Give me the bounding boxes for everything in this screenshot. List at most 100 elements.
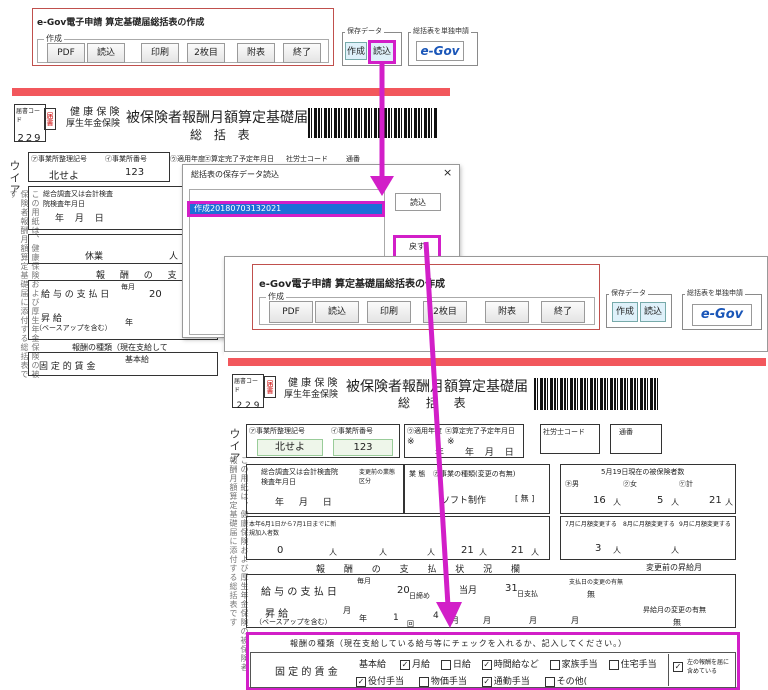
front-pay-day-unit: 日締め (409, 592, 430, 600)
front-kyugyo-unit-2: 人 (427, 548, 435, 557)
front-staff-row: 本年6月1日から7月1日までに新規加入者数 0 人 人 人 21 人 21 人 (246, 516, 550, 560)
front-monthly-a-unit: 人 (613, 546, 621, 555)
opt-position-label: 役付手当 (368, 677, 405, 687)
front-raise-times[interactable]: 1 (393, 613, 399, 623)
opt-family-label: 家族手当 (561, 660, 598, 670)
front-kyugyo-unit-4: 人 (531, 548, 539, 557)
back-barcode (308, 108, 438, 138)
front-kind-label: 報酬の種類（現在支給している給与等にチェックを入れるか、記入してください。） (290, 639, 628, 648)
front-male-value[interactable]: 16 (593, 495, 606, 506)
front-monthly-box: 7月に月額変更する 8月に月額変更する 9月に月額変更する 3 人 人 (560, 516, 736, 560)
front-raise-change-header: 変更前の昇給月 (646, 563, 702, 572)
front-apply-box: ㋒適用年度 ㋓算定完了予定年月日 ※ 年 ※ 年 月 日 (404, 424, 524, 458)
front-office-box: ㋐事業所整理記号 ㋑事業所番号 北せよ 123 (246, 424, 400, 458)
front-raise-kai: 回 (407, 620, 414, 628)
top-exit-button[interactable]: 終了 (283, 43, 321, 63)
back-doc-label: 届書 (46, 112, 54, 126)
front-business-change: [ 無 ] (515, 494, 535, 503)
top-load-button[interactable]: 読込 (87, 43, 125, 63)
opt-daily-label: 日給 (452, 660, 471, 670)
mid-exit-button[interactable]: 終了 (541, 301, 585, 323)
back-reg-code-box: 届書コード 229 (14, 104, 46, 144)
front-office-num-input[interactable]: 123 (333, 439, 393, 456)
back-fixed-box: 固 定 的 賃 金 基本給 (28, 352, 218, 376)
front-pay-month: 毎月 (357, 577, 371, 585)
opt-monthly-checkbox[interactable]: ✓ (400, 659, 410, 670)
mid-save-load-button[interactable]: 読込 (640, 302, 666, 322)
back-kihon: 基本給 (125, 355, 149, 364)
front-apply-mark: ※ (407, 437, 415, 447)
back-insurance-label: 総合調査又は会計検査院検査年月日 (43, 190, 113, 208)
top-print-button[interactable]: 印刷 (141, 43, 179, 63)
front-row-21b[interactable]: 21 (511, 545, 524, 556)
front-note-box: ✓ 左の報酬を届に含めている (668, 654, 734, 686)
mid-load-button[interactable]: 読込 (315, 301, 359, 323)
mid-pdf-button[interactable]: PDF (269, 301, 313, 323)
mid-egov-logo-button[interactable]: e-Gov (692, 304, 752, 326)
mid-second-page-button[interactable]: 2枚目 (423, 301, 467, 323)
front-total-value[interactable]: 21 (709, 495, 722, 506)
top-save-create-button[interactable]: 作成 (345, 42, 367, 60)
front-monthly-a-value[interactable]: 3 (595, 543, 601, 554)
back-form-row1: ㋐事業所整理記号 ㋑事業所番号 北せよ 123 (28, 152, 170, 182)
back-office-code-label: ㋐事業所整理記号 (31, 155, 87, 163)
opt-family-checkbox[interactable] (549, 659, 560, 670)
front-june1-value[interactable]: 0 (277, 545, 283, 556)
mid-appendix-button[interactable]: 附表 (485, 301, 529, 323)
front-sharoushi-label: 社労士コード (543, 428, 585, 436)
front-kyugyo-unit-3: 人 (479, 548, 487, 557)
opt-position-checkbox[interactable]: ✓ (356, 676, 366, 687)
front-change-label: 変更前の業態区分 (359, 469, 396, 485)
front-office-num-label: ㋑事業所番号 (331, 427, 373, 435)
front-monthly-c: 9月に月額変更する (679, 521, 731, 528)
front-total-unit: 人 (725, 498, 733, 507)
front-pay-day[interactable]: 20 (397, 585, 410, 596)
back-reg-code: 229 (17, 133, 43, 144)
back-kyugyo-box: 休業 人 (28, 234, 184, 264)
opt-price-checkbox[interactable] (418, 676, 429, 687)
front-row-21a[interactable]: 21 (461, 545, 474, 556)
note-include-checkbox[interactable]: ✓ (673, 662, 683, 672)
front-title-l2: 厚生年金保険 (284, 390, 339, 400)
top-egov-logo-button[interactable]: e-Gov (416, 41, 464, 61)
front-count-box: 5月19日現在の被保険者数 ㋖男 ㋗女 ㋘計 16 人 5 人 21 人 (560, 464, 736, 514)
top-pdf-button[interactable]: PDF (47, 43, 85, 63)
opt-housing-checkbox[interactable] (608, 659, 619, 670)
front-raise-mu-1: 月 (451, 616, 459, 625)
front-business-value[interactable]: ソフト制作 (441, 493, 486, 506)
opt-price-label: 物価手当 (430, 677, 467, 687)
mid-print-button[interactable]: 印刷 (367, 301, 411, 323)
load-dialog-load-button[interactable]: 読込 (395, 193, 441, 211)
front-raise-m1[interactable]: 4 (433, 611, 439, 621)
back-raise-month: 年 (125, 318, 133, 327)
front-office-code-input[interactable]: 北せよ (257, 439, 323, 456)
back-title-l2: 厚生年金保険 (66, 119, 121, 129)
mid-save-create-button[interactable]: 作成 (612, 302, 638, 322)
front-taishoku-unit: 人 (379, 548, 387, 557)
opt-commute-checkbox[interactable]: ✓ (481, 676, 492, 687)
load-dialog-item[interactable]: 作成20180703132021 (187, 201, 385, 217)
front-pay-date2-unit: 日支払 (517, 590, 538, 598)
front-male-label: ㋖男 (565, 480, 579, 488)
opt-hourly-checkbox[interactable]: ✓ (481, 659, 492, 670)
front-raise-change-value: 無 (673, 618, 681, 627)
front-tsuuchi-box: 通番 (610, 424, 662, 454)
back-ymd: 年 月 日 (55, 214, 108, 224)
top-second-page-button[interactable]: 2枚目 (187, 43, 225, 63)
front-female-value[interactable]: 5 (657, 495, 663, 506)
front-opts-row1: ✓ 月給 日給 ✓ 時間給など 家族手当 住宅手当 (400, 657, 657, 670)
opt-daily-checkbox[interactable] (440, 659, 451, 670)
back-office-code: 北せよ (49, 171, 79, 182)
front-raise-mu-3: 月 (529, 616, 537, 625)
back-apply-year-label: ㋒適用年度 (170, 155, 205, 163)
opt-other-checkbox[interactable] (544, 676, 555, 687)
opt-hourly-label: 時間給など (493, 660, 539, 670)
front-pay-date2[interactable]: 31 (505, 583, 518, 594)
back-title-main: 被保険者報酬月額算定基礎届 (126, 110, 308, 126)
top-appendix-button[interactable]: 附表 (237, 43, 275, 63)
top-save-load-button[interactable]: 読込 (368, 40, 396, 64)
front-tsuuchi-label: 通番 (619, 428, 633, 436)
front-opts-row2: ✓ 役付手当 物価手当 ✓ 通勤手当 その他( (356, 674, 587, 687)
load-dialog-close-icon[interactable]: × (443, 166, 452, 179)
back-pay-month: 毎月 (121, 283, 135, 291)
